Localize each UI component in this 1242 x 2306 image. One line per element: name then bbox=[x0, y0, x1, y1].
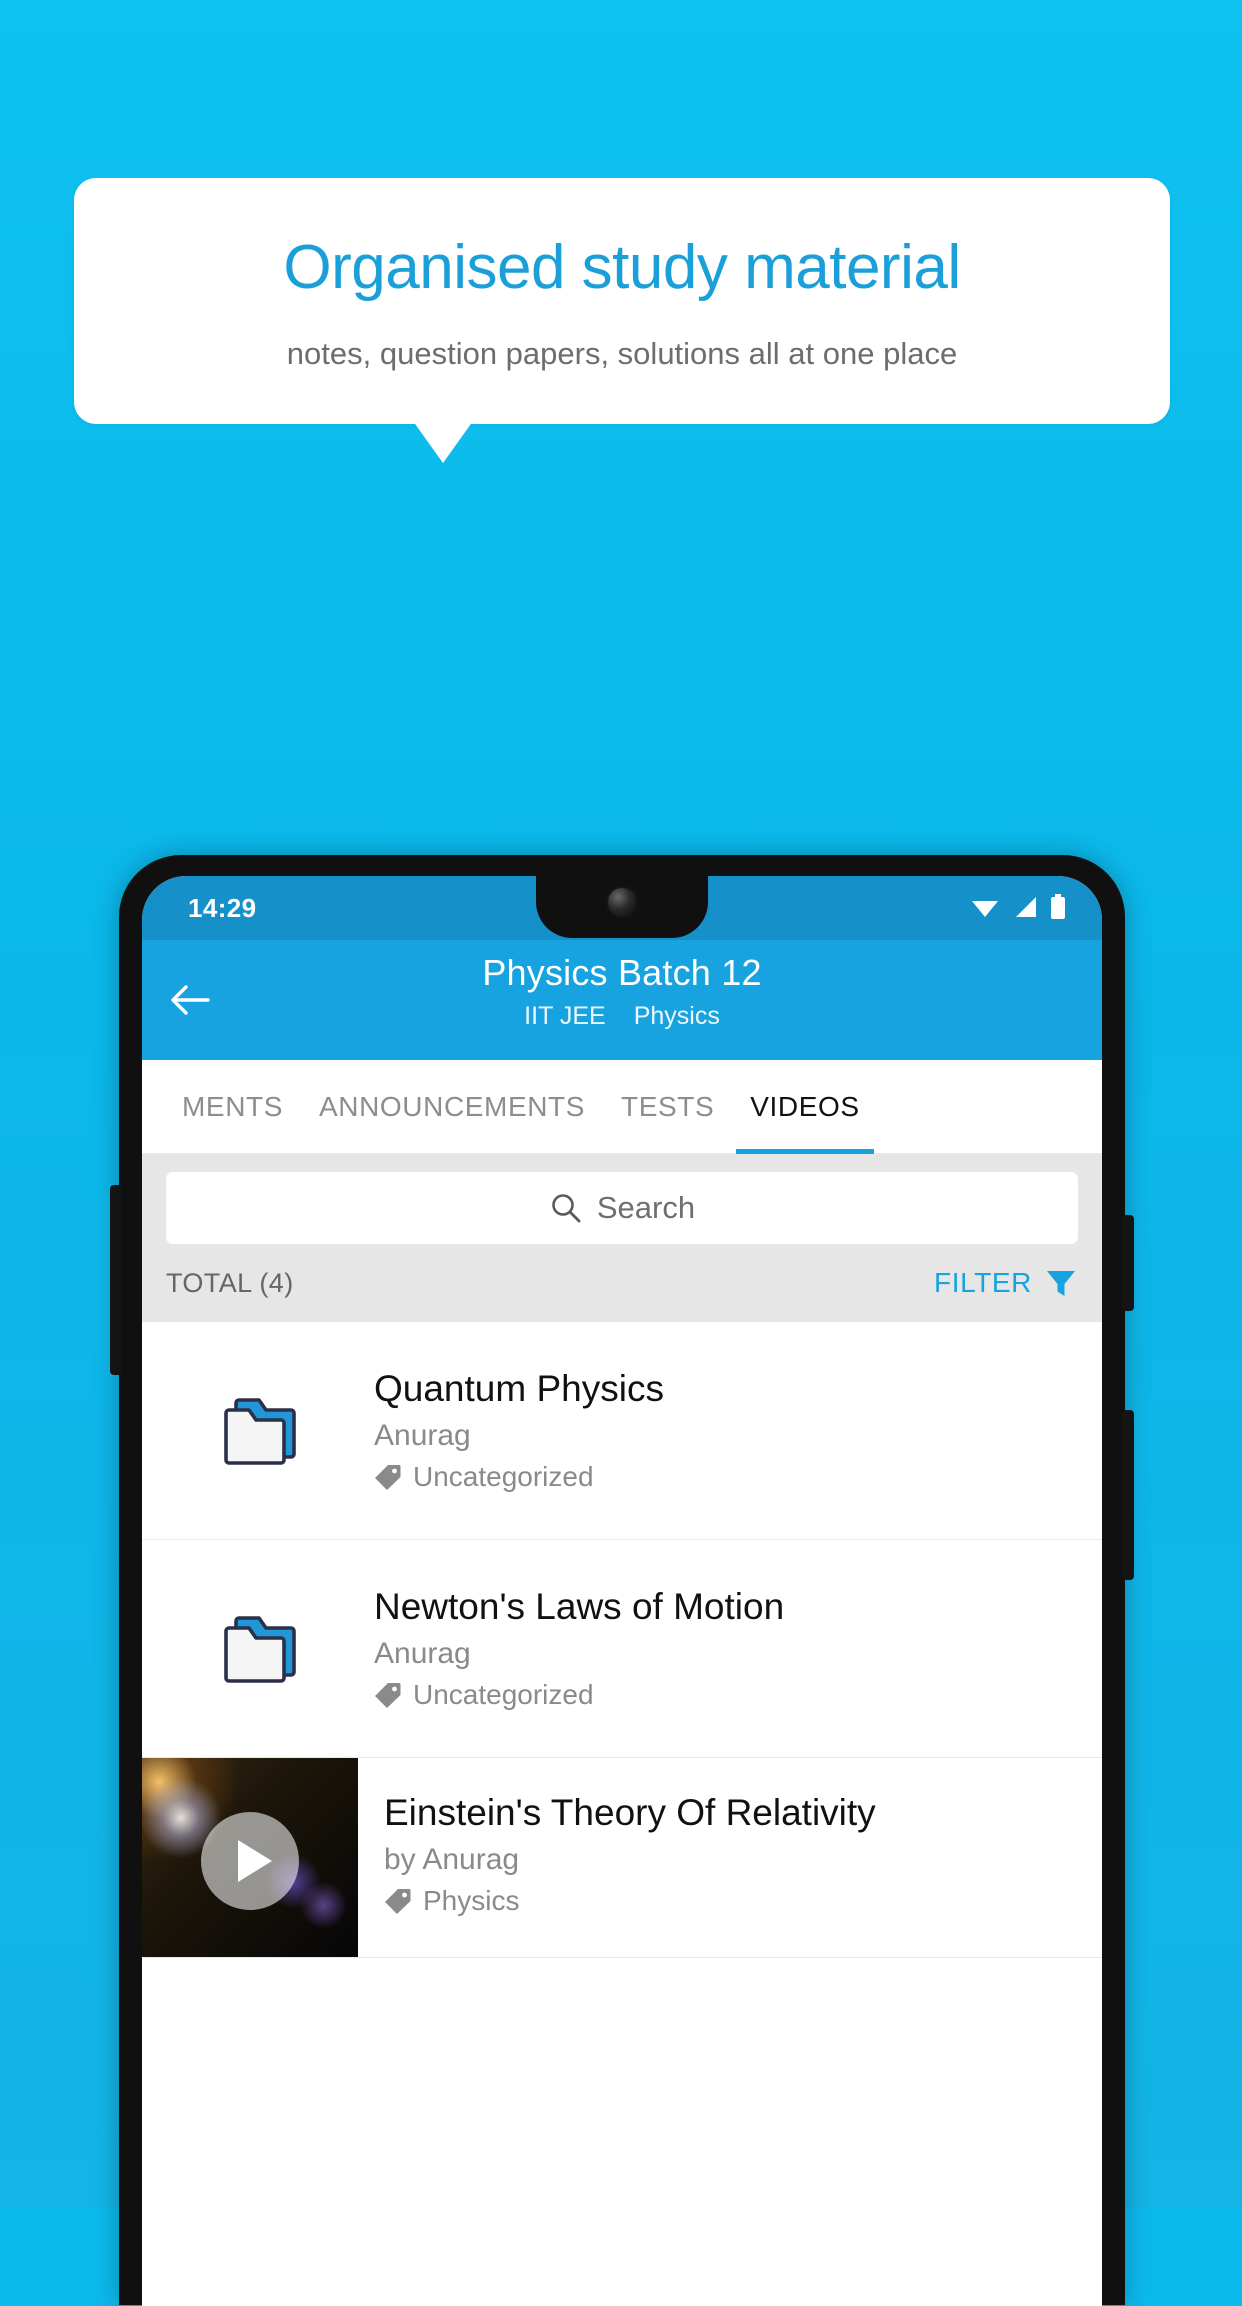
filter-label: FILTER bbox=[934, 1267, 1032, 1298]
phone-notch bbox=[536, 876, 708, 938]
list-item-title: Quantum Physics bbox=[374, 1368, 664, 1409]
tag-icon bbox=[375, 1465, 401, 1490]
promo-title: Organised study material bbox=[283, 233, 961, 302]
tab-tests[interactable]: TESTS bbox=[603, 1060, 732, 1154]
search-input[interactable]: Search bbox=[166, 1172, 1078, 1244]
list-toolbar: TOTAL (4) FILTER bbox=[142, 1244, 1102, 1322]
page-subtitle: IIT JEE Physics bbox=[142, 1002, 1102, 1031]
total-count-label: TOTAL (4) bbox=[166, 1267, 294, 1298]
tag-icon bbox=[375, 1683, 401, 1708]
list-item-author: Anurag bbox=[374, 1419, 471, 1452]
list-item-author: by Anurag bbox=[384, 1843, 520, 1876]
list-item-title: Newton's Laws of Motion bbox=[374, 1586, 785, 1627]
tag-icon bbox=[385, 1889, 411, 1914]
folder-icon bbox=[224, 1615, 296, 1683]
tab-bar: MENTS ANNOUNCEMENTS TESTS VIDEOS bbox=[142, 1060, 1102, 1154]
list-item-text: Newton's Laws of Motion Anurag Uncategor… bbox=[374, 1586, 1096, 1711]
list-item-tag: Physics bbox=[384, 1885, 1088, 1917]
filter-funnel-icon bbox=[1047, 1271, 1075, 1296]
phone-screen: 14:29 Physics Batch 12 IIT JEE Physics M… bbox=[142, 876, 1102, 2306]
search-icon bbox=[552, 1194, 581, 1223]
list-item-text: Quantum Physics Anurag Uncategorized bbox=[374, 1368, 1096, 1493]
list-item[interactable]: Quantum Physics Anurag Uncategorized bbox=[142, 1322, 1102, 1540]
list-item[interactable]: Einstein's Theory Of Relativity by Anura… bbox=[142, 1758, 1102, 1958]
list-item-icon bbox=[148, 1610, 374, 1688]
app-bar: Physics Batch 12 IIT JEE Physics bbox=[142, 940, 1102, 1060]
list-item-text: Einstein's Theory Of Relativity by Anura… bbox=[358, 1758, 1102, 1957]
promo-subtitle: notes, question papers, solutions all at… bbox=[286, 336, 958, 371]
list-item-title: Einstein's Theory Of Relativity bbox=[384, 1792, 876, 1833]
tab-ments[interactable]: MENTS bbox=[164, 1060, 301, 1154]
list-item-author: Anurag bbox=[374, 1637, 471, 1670]
phone-mockup: 14:29 Physics Batch 12 IIT JEE Physics M… bbox=[110, 855, 1134, 2306]
subtitle-subject: Physics bbox=[633, 1002, 720, 1030]
signal-icon bbox=[1016, 897, 1036, 917]
subtitle-exam: IIT JEE bbox=[524, 1002, 606, 1030]
list-item-tag: Uncategorized bbox=[374, 1679, 1078, 1711]
phone-power-button bbox=[1122, 1215, 1134, 1311]
video-thumbnail[interactable] bbox=[142, 1758, 358, 1957]
list-item-tag-label: Uncategorized bbox=[413, 1679, 594, 1710]
search-placeholder: Search bbox=[596, 1190, 696, 1225]
status-clock: 14:29 bbox=[188, 893, 257, 923]
list-item-icon bbox=[148, 1392, 374, 1470]
page-title: Physics Batch 12 bbox=[482, 952, 762, 993]
folder-icon bbox=[224, 1397, 296, 1465]
list-item[interactable]: Newton's Laws of Motion Anurag Uncategor… bbox=[142, 1540, 1102, 1758]
list-item-tag-label: Physics bbox=[423, 1885, 520, 1916]
battery-icon bbox=[1051, 894, 1065, 919]
status-icon-group bbox=[970, 894, 1066, 920]
promo-callout-tail bbox=[413, 421, 473, 463]
search-section: Search bbox=[142, 1154, 1102, 1244]
phone-volume-button bbox=[1122, 1410, 1134, 1580]
content-list: Quantum Physics Anurag Uncategorized New… bbox=[142, 1322, 1102, 1958]
tab-videos[interactable]: VIDEOS bbox=[732, 1060, 877, 1154]
status-bar: 14:29 bbox=[142, 876, 1102, 940]
filter-button[interactable]: FILTER bbox=[934, 1266, 1078, 1300]
wifi-icon bbox=[972, 901, 998, 917]
front-camera bbox=[606, 886, 638, 918]
promo-callout-card: Organised study material notes, question… bbox=[74, 178, 1170, 424]
list-item-tag-label: Uncategorized bbox=[413, 1461, 594, 1492]
tab-announcements[interactable]: ANNOUNCEMENTS bbox=[301, 1060, 603, 1154]
list-item-tag: Uncategorized bbox=[374, 1461, 1078, 1493]
play-icon[interactable] bbox=[201, 1812, 299, 1911]
phone-sim-tray bbox=[110, 1185, 122, 1375]
